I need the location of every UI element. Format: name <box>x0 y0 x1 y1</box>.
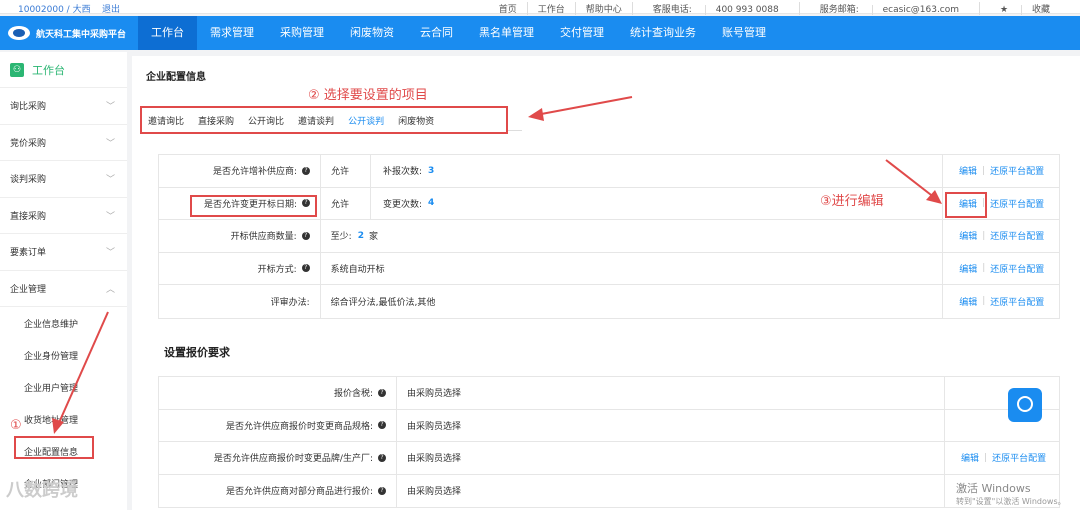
arrow-line-step3 <box>885 159 936 199</box>
arrow-line-step1 <box>57 311 109 426</box>
annotation-arrows <box>52 96 942 434</box>
arrow-head-step1 <box>52 418 64 434</box>
brand-watermark: 八数跨境 <box>6 480 78 501</box>
customer-service-icon[interactable] <box>1008 388 1042 422</box>
arrow-line-step2 <box>535 96 633 116</box>
windows-activation-hint: 转到"设置"以激活 Windows。 <box>956 497 1066 506</box>
windows-activation-title: 激活 Windows <box>956 482 1031 495</box>
arrow-head-step2 <box>528 108 544 121</box>
